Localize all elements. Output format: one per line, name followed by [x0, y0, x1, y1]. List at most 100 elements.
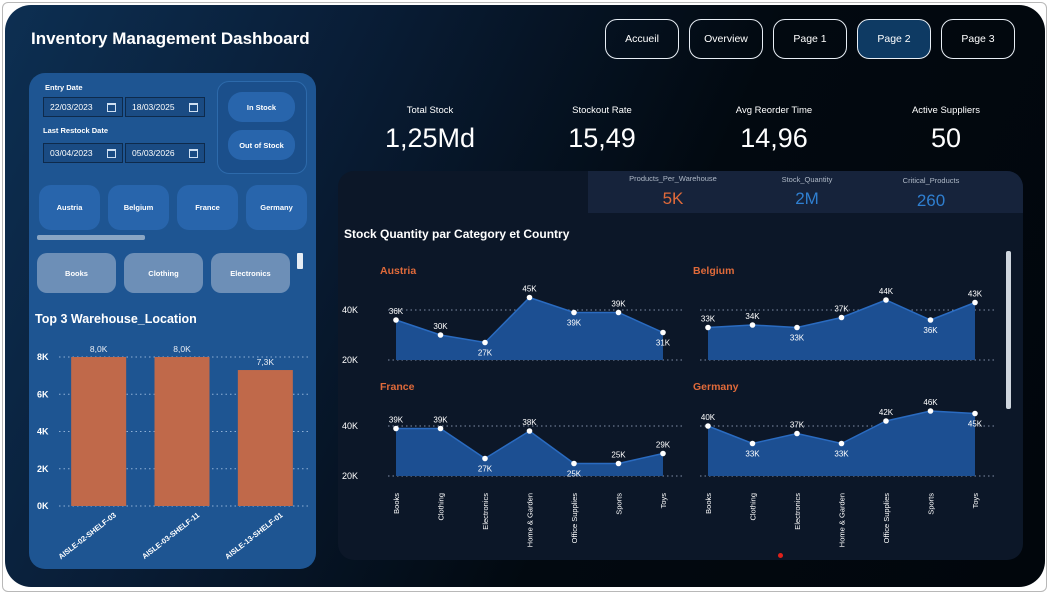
data-label: 39K	[611, 300, 626, 309]
stock-quantity-small-multiples: Austria 20K 40K 36K 30K 27K 45K 39K 39K 31K Belgiu…	[342, 265, 995, 547]
data-point	[393, 317, 399, 323]
nav-accueil-button[interactable]: Accueil	[605, 19, 679, 59]
data-label: 39K	[567, 319, 582, 328]
data-point	[927, 317, 934, 323]
data-point	[705, 423, 711, 429]
y-tick-label: 40K	[342, 305, 358, 315]
data-point	[749, 322, 756, 328]
restock-date-to-input[interactable]: 05/03/2026	[125, 143, 205, 163]
y-tick-label: 40K	[342, 421, 358, 431]
data-label: 27K	[478, 465, 493, 474]
data-point	[437, 425, 444, 432]
nav-page3-button[interactable]: Page 3	[941, 19, 1015, 59]
x-tick-label: Electronics	[793, 493, 802, 530]
entry-date-from-value: 22/03/2023	[50, 102, 93, 112]
data-label: 36K	[389, 307, 404, 316]
y-tick-label: 0K	[37, 501, 49, 511]
data-label: 7,3K	[257, 357, 275, 367]
nav-page1-button[interactable]: Page 1	[773, 19, 847, 59]
data-point	[571, 460, 577, 467]
data-point	[393, 425, 399, 432]
x-tick-label: AISLE-02-SHELF-03	[57, 510, 118, 561]
in-stock-button[interactable]: In Stock	[228, 92, 295, 122]
last-restock-date-label: Last Restock Date	[43, 126, 109, 135]
x-tick-label: Toys	[971, 493, 980, 509]
data-label: 39K	[433, 416, 448, 425]
data-point	[526, 428, 533, 434]
country-germany-button[interactable]: Germany	[246, 185, 307, 230]
category-electronics-button[interactable]: Electronics	[211, 253, 290, 293]
country-austria-button[interactable]: Austria	[39, 185, 100, 230]
data-point	[571, 309, 577, 316]
out-of-stock-button[interactable]: Out of Stock	[228, 130, 295, 160]
x-tick-label: Clothing	[437, 493, 446, 521]
x-tick-label: Electronics	[481, 493, 490, 530]
data-label: 31K	[656, 339, 671, 348]
x-tick-label: Home & Garden	[838, 493, 847, 547]
data-label: 33K	[790, 334, 805, 343]
kpi-stockout-rate-label: Stockout Rate	[572, 105, 632, 116]
country-belgium-button[interactable]: Belgium	[108, 185, 169, 230]
category-scrollbar[interactable]	[297, 253, 303, 269]
data-label: 30K	[433, 322, 448, 331]
data-point	[883, 418, 889, 424]
country-france-button[interactable]: France	[177, 185, 238, 230]
entry-date-label: Entry Date	[45, 83, 83, 92]
restock-date-from-value: 03/04/2023	[50, 148, 93, 158]
entry-date-to-input[interactable]: 18/03/2025	[125, 97, 205, 117]
x-tick-label: Home & Garden	[526, 493, 535, 547]
data-label: 8,0K	[173, 344, 191, 354]
x-tick-label: Clothing	[749, 493, 758, 521]
warehouse-chart-title: Top 3 Warehouse_Location	[35, 312, 197, 326]
nav-page2-button[interactable]: Page 2	[857, 19, 931, 59]
data-point	[615, 309, 622, 316]
data-label: 34K	[745, 312, 760, 321]
data-label: 29K	[656, 441, 671, 450]
data-label: 27K	[478, 349, 493, 358]
calendar-icon	[107, 148, 116, 158]
x-tick-label: Books	[392, 493, 401, 514]
data-point	[437, 332, 444, 338]
data-label: 40K	[701, 413, 716, 422]
x-tick-label: Office Supplies	[882, 493, 891, 544]
x-tick-label: AISLE-03-SHELF-11	[140, 510, 201, 560]
bar	[71, 357, 127, 506]
data-label: 45K	[522, 285, 537, 294]
warehouse-bar-chart: 0K 2K 4K 6K 8K 8,0K AISLE-02-SHELF-03 8,0K AISLE…	[37, 344, 309, 561]
kpi-total-stock-value: 1,25Md	[384, 123, 476, 153]
data-label: 44K	[879, 287, 894, 296]
restock-date-from-input[interactable]: 03/04/2023	[43, 143, 123, 163]
y-tick-label: 20K	[342, 355, 358, 365]
data-point	[705, 324, 711, 331]
y-tick-label: 4K	[37, 427, 49, 437]
data-point	[660, 450, 666, 457]
stock-quantity-panel: Products_Per_Warehouse 5K Stock_Quantity…	[338, 171, 1023, 560]
category-books-button[interactable]: Books	[37, 253, 116, 293]
kpi-avg-reorder-value: 14,96	[740, 123, 808, 153]
entry-date-from-input[interactable]: 22/03/2023	[43, 97, 123, 117]
data-label: 25K	[611, 451, 626, 460]
page-title: Inventory Management Dashboard	[31, 29, 310, 48]
kpi-total-stock-label: Total Stock	[406, 105, 454, 116]
calendar-icon	[189, 102, 198, 112]
data-point	[838, 314, 845, 321]
kpi-stockout-rate-value: 15,49	[568, 123, 636, 153]
y-tick-label: 2K	[37, 464, 49, 474]
series-title: Belgium	[693, 265, 734, 277]
y-tick-label: 20K	[342, 471, 358, 481]
page-indicator-dot	[778, 553, 783, 558]
country-scrollbar[interactable]	[37, 235, 145, 240]
data-point	[615, 460, 622, 467]
calendar-icon	[107, 102, 116, 112]
filter-panel: Entry Date 22/03/2023 18/03/2025 Last Re…	[29, 73, 316, 569]
chart-scrollbar[interactable]	[1006, 251, 1011, 409]
x-tick-label: Books	[704, 493, 713, 514]
y-tick-label: 8K	[37, 352, 49, 362]
data-point	[794, 430, 800, 437]
category-clothing-button[interactable]: Clothing	[124, 253, 203, 293]
data-label: 39K	[389, 416, 404, 425]
kpi-active-suppliers-value: 50	[930, 123, 962, 153]
nav-overview-button[interactable]: Overview	[689, 19, 763, 59]
data-label: 33K	[701, 315, 716, 324]
entry-date-to-value: 18/03/2025	[132, 102, 175, 112]
